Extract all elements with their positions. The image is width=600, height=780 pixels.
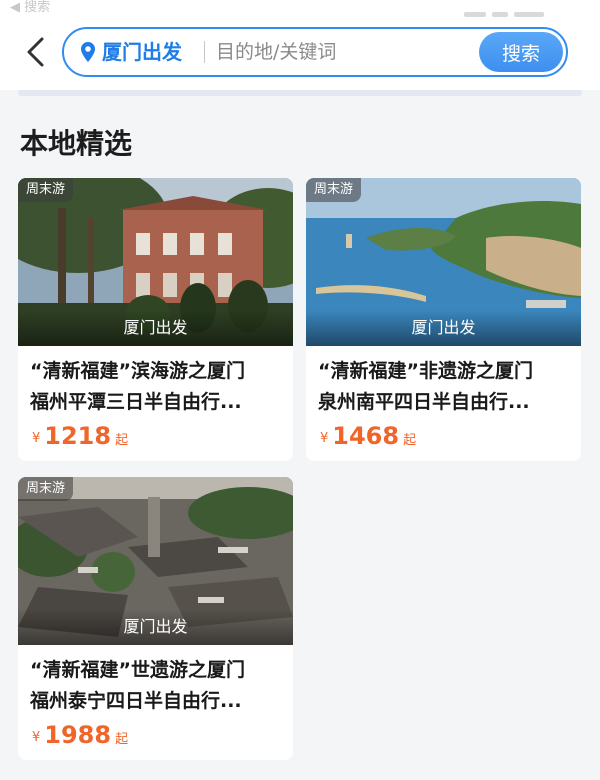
- card-image: 周末游 厦门出发: [18, 178, 293, 346]
- status-bar: ◀ 搜索: [0, 0, 600, 18]
- price-amount: 1468: [332, 422, 400, 450]
- product-card[interactable]: 周末游 厦门出发 “清新福建”世遗游之厦门 福州泰宁四日半自由行... ¥198…: [18, 477, 293, 760]
- card-title-line: 福州平潭三日半自由行...: [30, 391, 242, 413]
- product-card[interactable]: 周末游 厦门出发 “清新福建”非遗游之厦门 泉州南平四日半自由行... ¥146…: [306, 178, 581, 461]
- product-card[interactable]: 周末游 厦门出发 “清新福建”滨海游之厦门 福州平潭三日半自由行... ¥121…: [18, 178, 293, 461]
- section-title: 本地精选: [20, 127, 133, 160]
- search-header: 厦门出发 搜索: [0, 18, 600, 90]
- card-title-line: “清新福建”非遗游之厦门: [318, 360, 533, 382]
- tag-badge: 周末游: [18, 477, 74, 501]
- departure-label: 厦门出发: [306, 310, 581, 346]
- card-title: “清新福建”滨海游之厦门 福州平潭三日半自由行...: [30, 356, 281, 418]
- price: ¥1988 起: [32, 721, 281, 757]
- back-to-app-label[interactable]: ◀ 搜索: [10, 0, 50, 16]
- header-divider: [18, 90, 582, 96]
- card-image: 周末游 厦门出发: [306, 178, 581, 346]
- price-suffix: 起: [403, 433, 417, 448]
- status-indicators: [464, 2, 584, 17]
- card-title: “清新福建”非遗游之厦门 泉州南平四日半自由行...: [318, 356, 569, 418]
- search-bar[interactable]: 厦门出发 搜索: [62, 27, 568, 77]
- currency-symbol: ¥: [32, 730, 41, 745]
- search-input[interactable]: [216, 37, 476, 67]
- card-title-line: “清新福建”滨海游之厦门: [30, 360, 245, 382]
- price-amount: 1988: [44, 721, 112, 749]
- currency-symbol: ¥: [32, 431, 41, 446]
- tag-badge: 周末游: [306, 178, 362, 202]
- price-suffix: 起: [115, 732, 129, 747]
- card-title-line: 福州泰宁四日半自由行...: [30, 690, 242, 712]
- card-title: “清新福建”世遗游之厦门 福州泰宁四日半自由行...: [30, 655, 281, 717]
- search-button[interactable]: 搜索: [479, 32, 563, 72]
- card-title-line: 泉州南平四日半自由行...: [318, 391, 530, 413]
- currency-symbol: ¥: [320, 431, 329, 446]
- departure-city[interactable]: 厦门出发: [102, 39, 182, 65]
- price-amount: 1218: [44, 422, 112, 450]
- search-divider: [204, 41, 205, 63]
- location-pin-icon: [81, 42, 95, 62]
- price-suffix: 起: [115, 433, 129, 448]
- price: ¥1468 起: [320, 422, 569, 458]
- price: ¥1218 起: [32, 422, 281, 458]
- departure-label: 厦门出发: [18, 609, 293, 645]
- back-arrow-icon: [27, 37, 44, 67]
- back-button[interactable]: [20, 34, 52, 70]
- card-title-line: “清新福建”世遗游之厦门: [30, 659, 245, 681]
- card-image: 周末游 厦门出发: [18, 477, 293, 645]
- departure-label: 厦门出发: [18, 310, 293, 346]
- tag-badge: 周末游: [18, 178, 74, 202]
